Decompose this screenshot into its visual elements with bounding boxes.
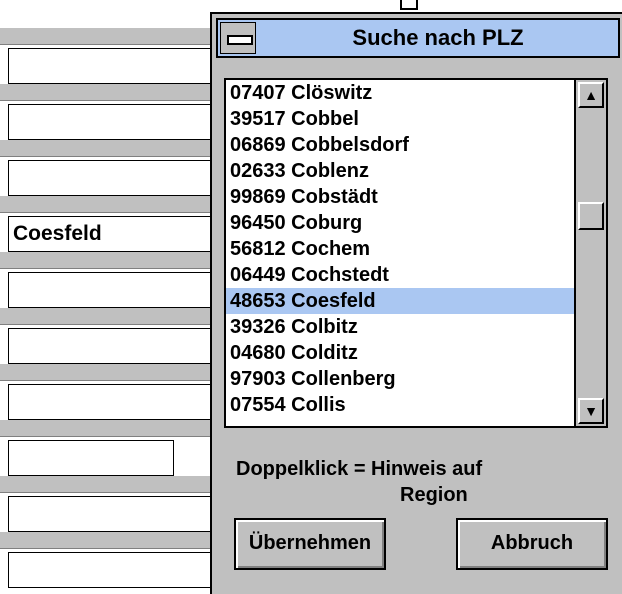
form-row: [0, 420, 230, 476]
form-row: Coesfeld: [0, 196, 248, 252]
form-row: [0, 140, 248, 196]
plz-search-dialog: Suche nach PLZ 07407 Clöswitz 39517 Cobbe…: [210, 12, 622, 594]
list-item[interactable]: 99869 Cobstädt: [226, 184, 576, 210]
list-item[interactable]: 06449 Cochstedt: [226, 262, 576, 288]
list-item[interactable]: 97903 Collenberg: [226, 366, 576, 392]
form-row: [0, 364, 248, 420]
cancel-button[interactable]: Abbruch: [456, 518, 608, 570]
list-item[interactable]: 02633 Coblenz: [226, 158, 576, 184]
list-item[interactable]: 06869 Cobbelsdorf: [226, 132, 576, 158]
list-item[interactable]: 39517 Cobbel: [226, 106, 576, 132]
list-item[interactable]: 07407 Clöswitz: [226, 80, 576, 106]
form-row: [0, 532, 248, 588]
scroll-down-button[interactable]: ▼: [578, 398, 604, 424]
list-item[interactable]: 04680 Colditz: [226, 340, 576, 366]
list-item[interactable]: 39326 Colbitz: [226, 314, 576, 340]
form-row: [0, 28, 248, 84]
form-field[interactable]: [8, 440, 174, 476]
scroll-up-button[interactable]: ▲: [578, 82, 604, 108]
form-row: [0, 84, 248, 140]
list-item[interactable]: 07554 Collis: [226, 392, 576, 418]
list-item[interactable]: 56812 Cochem: [226, 236, 576, 262]
plz-list[interactable]: 07407 Clöswitz 39517 Cobbel 06869 Cobbelsd…: [226, 80, 576, 426]
plz-listbox[interactable]: 07407 Clöswitz 39517 Cobbel 06869 Cobbelsd…: [224, 78, 608, 428]
system-menu-icon: [227, 35, 253, 45]
form-row: [0, 252, 248, 308]
scrollbar-thumb[interactable]: [578, 202, 604, 230]
accept-button[interactable]: Übernehmen: [234, 518, 386, 570]
arrow-down-icon: ▼: [584, 403, 598, 419]
vertical-scrollbar[interactable]: ▲ ▼: [574, 80, 606, 426]
form-row: [0, 308, 248, 364]
hint-text: Doppelklick = Hinweis auf: [236, 458, 483, 480]
dialog-title: Suche nach PLZ: [352, 25, 524, 50]
form-row: [0, 476, 248, 532]
arrow-up-icon: ▲: [584, 87, 598, 103]
list-item[interactable]: 96450 Coburg: [226, 210, 576, 236]
dialog-titlebar[interactable]: Suche nach PLZ: [216, 18, 620, 58]
window-edge-marker: [400, 0, 418, 10]
system-menu-button[interactable]: [220, 22, 256, 54]
list-item[interactable]: 48653 Coesfeld: [226, 288, 576, 314]
hint-text-region: Region: [400, 484, 468, 506]
